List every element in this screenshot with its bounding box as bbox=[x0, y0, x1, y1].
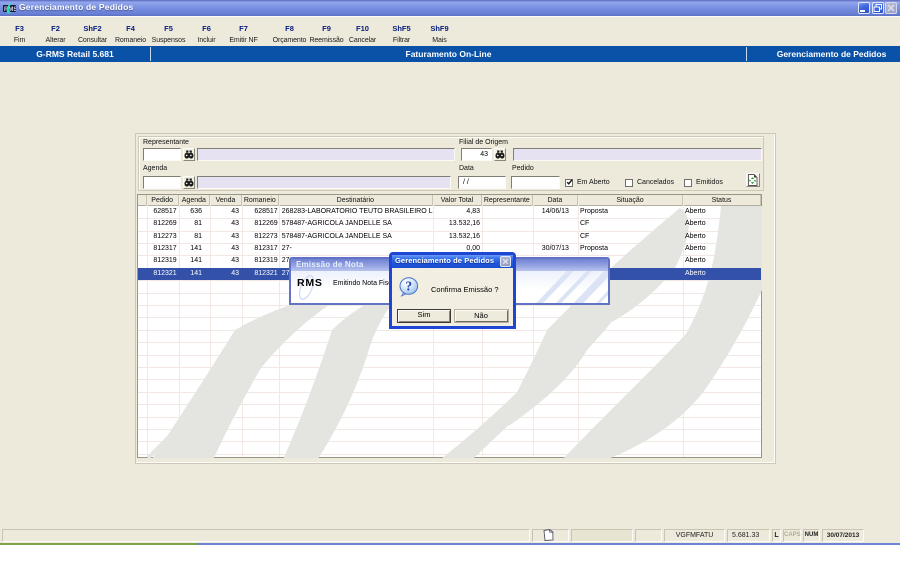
svg-text:?: ? bbox=[405, 278, 412, 293]
